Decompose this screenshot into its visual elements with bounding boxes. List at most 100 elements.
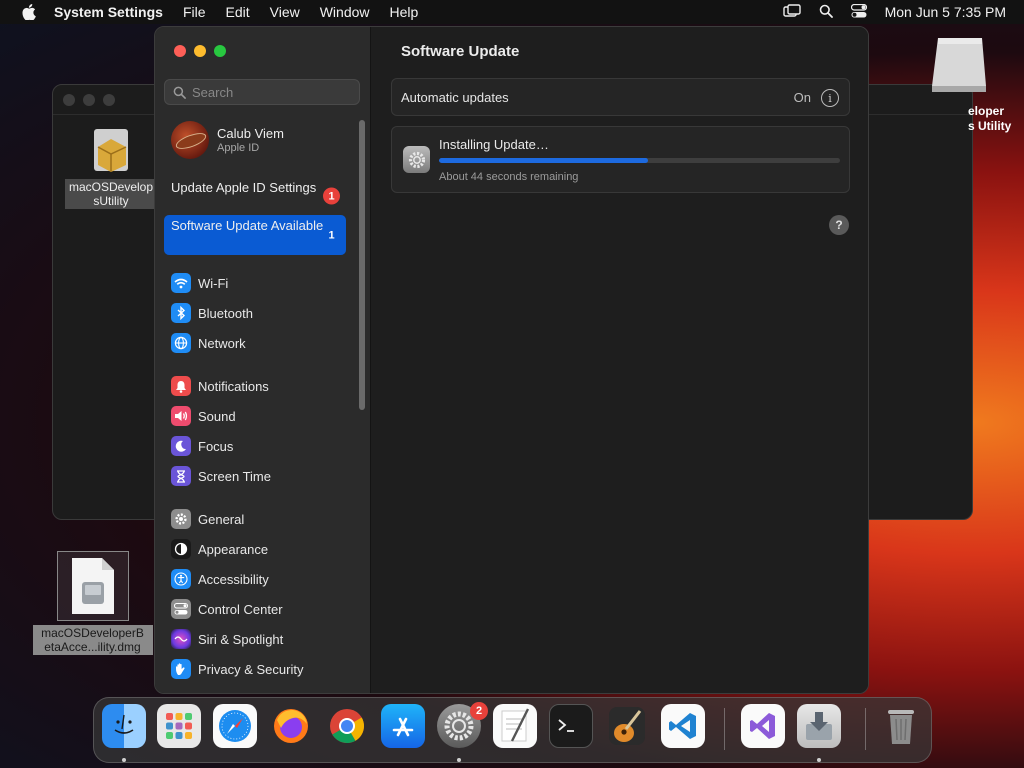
- inactive-close-icon[interactable]: [63, 93, 75, 106]
- menu-file[interactable]: File: [183, 4, 206, 20]
- inactive-zoom-icon[interactable]: [103, 93, 115, 106]
- appearance-icon: [171, 539, 191, 559]
- sidebar-item-software-update[interactable]: Software Update Available 1: [164, 215, 346, 255]
- menu-clock[interactable]: Mon Jun 5 7:35 PM: [885, 4, 1006, 20]
- sidebar-group-network: Wi-Fi Bluetooth Network: [164, 268, 354, 358]
- control-center-icon[interactable]: [850, 3, 867, 21]
- sidebar-item-siri-spotlight[interactable]: Siri & Spotlight: [164, 624, 354, 654]
- avatar: [171, 121, 209, 159]
- sidebar-item-label: General: [198, 511, 245, 527]
- dock-visual-studio-icon[interactable]: [741, 704, 785, 748]
- install-time-remaining: About 44 seconds remaining: [439, 171, 579, 183]
- help-button[interactable]: ?: [829, 215, 849, 235]
- automatic-updates-row: Automatic updates On i: [391, 78, 850, 116]
- menu-help[interactable]: Help: [390, 4, 419, 20]
- dock-safari-icon[interactable]: [213, 704, 257, 748]
- screen-mirroring-icon[interactable]: [782, 3, 801, 21]
- background-window-file[interactable]: macOSDevelop sUtility: [65, 125, 157, 209]
- apple-menu-icon[interactable]: [18, 0, 40, 24]
- dock-textedit-icon[interactable]: [493, 704, 537, 748]
- dock-chrome-icon[interactable]: [325, 704, 369, 748]
- sidebar-item-label: Focus: [198, 438, 234, 454]
- inactive-minimize-icon[interactable]: [83, 93, 95, 106]
- sidebar-item-general[interactable]: General: [164, 504, 354, 534]
- dock-running-indicator: [457, 758, 461, 762]
- accessibility-icon: [171, 569, 191, 589]
- apple-id-account[interactable]: Calub Viem Apple ID: [171, 121, 284, 159]
- dock-running-indicator: [122, 758, 126, 762]
- desktop-dmg-file[interactable]: macOSDeveloperB etaAcce...ility.dmg: [30, 551, 155, 655]
- content-pane: Software Update Automatic updates On i I…: [371, 27, 868, 693]
- sidebar-item-label: Bluetooth: [198, 305, 253, 321]
- sidebar-item-wifi[interactable]: Wi-Fi: [164, 268, 354, 298]
- install-status-title: Installing Update…: [439, 137, 549, 152]
- dock-separator: [865, 708, 866, 750]
- sidebar-item-label: Notifications: [198, 378, 269, 394]
- install-progress-bar: [439, 158, 840, 163]
- sidebar-item-bluetooth[interactable]: Bluetooth: [164, 298, 354, 328]
- sidebar-item-accessibility[interactable]: Accessibility: [164, 564, 354, 594]
- sidebar-item-screen-time[interactable]: Screen Time: [164, 461, 354, 491]
- info-icon[interactable]: i: [821, 89, 839, 107]
- background-window-file-label: macOSDevelop sUtility: [65, 179, 157, 209]
- dock-badge: 2: [470, 702, 488, 720]
- close-window-icon[interactable]: [174, 45, 186, 57]
- sidebar-item-privacy-security[interactable]: Privacy & Security: [164, 654, 354, 684]
- sidebar-item-label: Siri & Spotlight: [198, 631, 284, 647]
- installing-update-card: Installing Update… About 44 seconds rema…: [391, 126, 850, 193]
- sidebar-search[interactable]: [164, 79, 360, 105]
- desktop-drive-icon[interactable]: [928, 36, 990, 94]
- sidebar-group-general: General Appearance Accessibility Control…: [164, 504, 354, 684]
- sidebar-item-network[interactable]: Network: [164, 328, 354, 358]
- globe-icon: [171, 333, 191, 353]
- sidebar-item-focus[interactable]: Focus: [164, 431, 354, 461]
- sidebar-item-label: Sound: [198, 408, 236, 424]
- spotlight-search-icon[interactable]: [819, 4, 833, 21]
- sidebar-item-label: Wi-Fi: [198, 275, 229, 291]
- hand-icon: [171, 659, 191, 679]
- notification-badge: 1: [328, 229, 335, 241]
- sidebar-item-sound[interactable]: Sound: [164, 401, 354, 431]
- dock-firefox-icon[interactable]: [269, 704, 313, 748]
- notice-label: Software Update Available: [171, 218, 324, 233]
- menu-view[interactable]: View: [270, 4, 300, 20]
- system-settings-window: Calub Viem Apple ID Update Apple ID Sett…: [154, 26, 869, 694]
- dock-separator: [724, 708, 725, 750]
- zoom-window-icon[interactable]: [214, 45, 226, 57]
- sidebar-item-appearance[interactable]: Appearance: [164, 534, 354, 564]
- sidebar-item-label: Screen Time: [198, 468, 271, 484]
- siri-icon: [171, 629, 191, 649]
- dock-terminal-icon[interactable]: [549, 704, 593, 748]
- dock: 2: [93, 697, 932, 763]
- sidebar-item-label: Accessibility: [198, 571, 269, 587]
- sidebar-item-label: Network: [198, 335, 246, 351]
- menu-window[interactable]: Window: [320, 4, 370, 20]
- account-subtitle: Apple ID: [217, 141, 260, 154]
- sidebar-item-label: Control Center: [198, 601, 283, 617]
- dock-launchpad-icon[interactable]: [157, 704, 201, 748]
- sidebar-item-update-apple-id[interactable]: Update Apple ID Settings 1: [164, 177, 346, 215]
- dock-finder-icon[interactable]: [102, 704, 146, 748]
- dock-vscode-icon[interactable]: [661, 704, 705, 748]
- package-icon: [86, 125, 136, 175]
- dock-installer-icon[interactable]: [797, 704, 841, 748]
- sidebar-item-notifications[interactable]: Notifications: [164, 371, 354, 401]
- sidebar: Calub Viem Apple ID Update Apple ID Sett…: [155, 27, 371, 693]
- search-input[interactable]: [192, 84, 352, 100]
- window-controls: [174, 45, 226, 57]
- automatic-updates-label: Automatic updates: [401, 89, 509, 105]
- dock-app-store-icon[interactable]: [381, 704, 425, 748]
- sidebar-group-notifications: Notifications Sound Focus Screen Time: [164, 371, 354, 491]
- dock-garageband-icon[interactable]: [605, 704, 649, 748]
- speaker-icon: [171, 406, 191, 426]
- menu-edit[interactable]: Edit: [226, 4, 250, 20]
- sidebar-item-control-center[interactable]: Control Center: [164, 594, 354, 624]
- page-title: Software Update: [401, 43, 520, 60]
- wifi-icon: [171, 273, 191, 293]
- sidebar-scrollbar[interactable]: [359, 120, 365, 410]
- menu-app-name[interactable]: System Settings: [54, 4, 163, 20]
- bell-icon: [171, 376, 191, 396]
- automatic-updates-state: On: [793, 90, 811, 105]
- minimize-window-icon[interactable]: [194, 45, 206, 57]
- dock-trash-icon[interactable]: [879, 704, 923, 748]
